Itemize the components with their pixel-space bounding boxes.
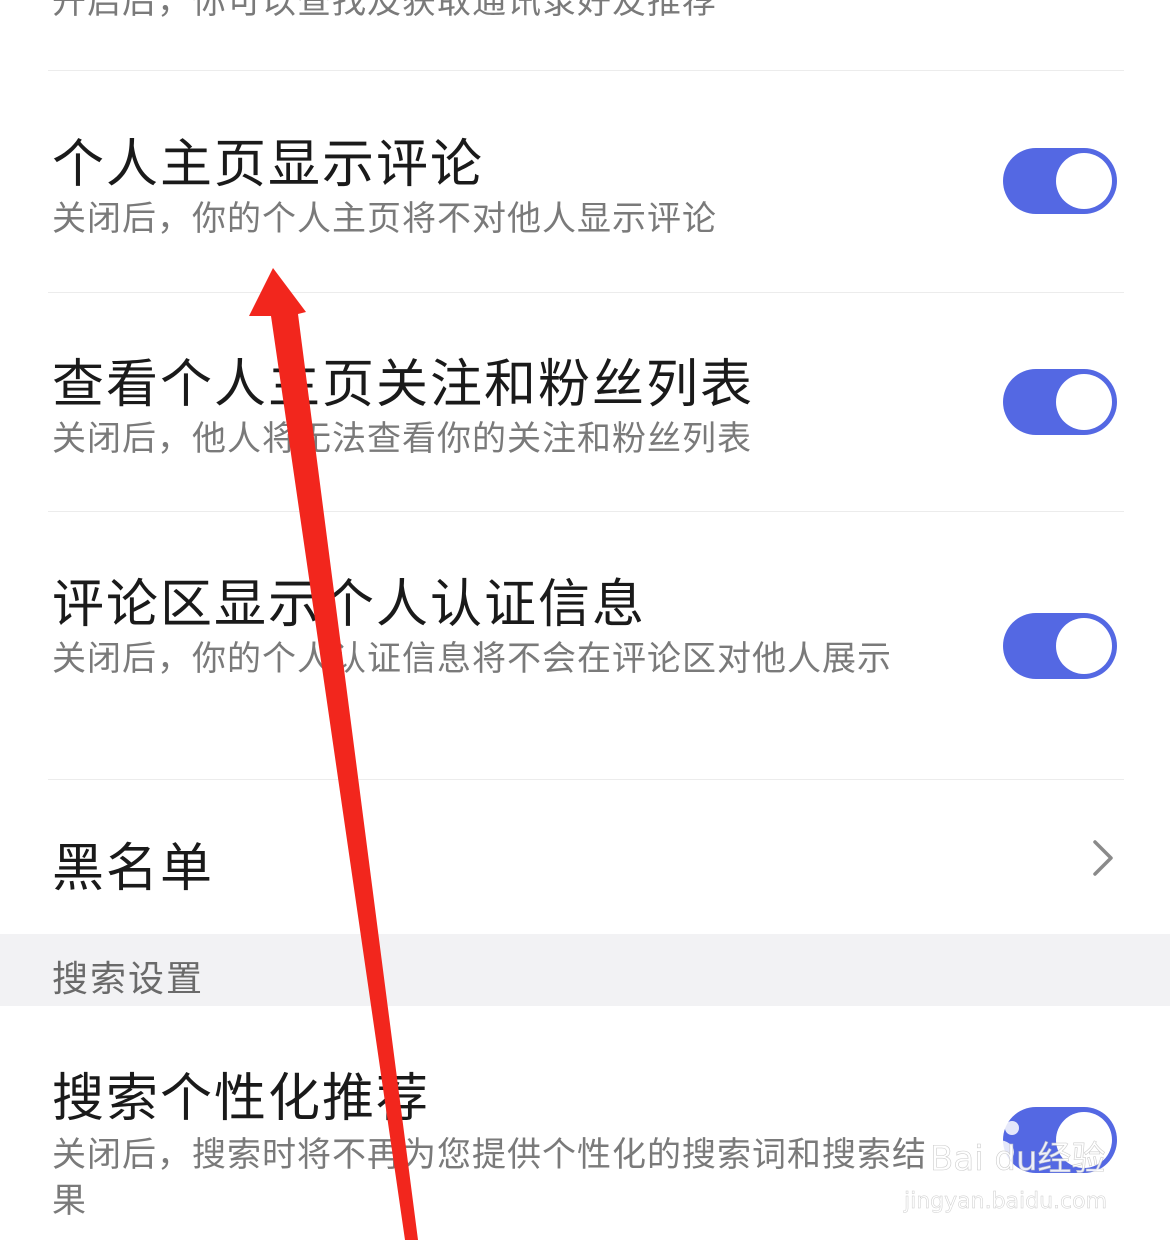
setting-title: 查看个人主页关注和粉丝列表 bbox=[52, 355, 755, 415]
divider bbox=[48, 779, 1124, 780]
setting-title: 评论区显示个人认证信息 bbox=[52, 575, 647, 635]
toggle-knob bbox=[1056, 374, 1112, 430]
setting-description: 关闭后，搜索时将不再为您提供个性化的搜索词和搜索结果 bbox=[52, 1135, 927, 1221]
divider bbox=[48, 292, 1124, 293]
section-header-search: 搜索设置 bbox=[0, 934, 1170, 1006]
chevron-right-icon bbox=[1093, 840, 1113, 876]
setting-description: 关闭后，你的个人认证信息将不会在评论区对他人展示 bbox=[52, 639, 892, 679]
setting-description: 关闭后，你的个人主页将不对他人显示评论 bbox=[52, 199, 717, 239]
setting-title: 搜索个性化推荐 bbox=[52, 1069, 431, 1129]
profile-comments-toggle[interactable] bbox=[1003, 148, 1117, 214]
setting-description: 关闭后，他人将无法查看你的关注和粉丝列表 bbox=[52, 419, 752, 459]
toggle-knob bbox=[1056, 153, 1112, 209]
baidu-jingyan-watermark: Bai du经验 jingyan.baidu.com bbox=[903, 1115, 1107, 1214]
section-title: 搜索设置 bbox=[52, 959, 205, 1000]
watermark-brand: Bai du经验 bbox=[930, 1139, 1106, 1179]
watermark-url: jingyan.baidu.com bbox=[903, 1189, 1107, 1214]
blacklist-label: 黑名单 bbox=[52, 839, 215, 899]
divider bbox=[48, 511, 1124, 512]
previous-item-description: 开启后，你可以查找及获取通讯录好友推荐 bbox=[52, 0, 717, 22]
verification-info-toggle[interactable] bbox=[1003, 613, 1117, 679]
divider bbox=[48, 70, 1124, 71]
follow-list-toggle[interactable] bbox=[1003, 369, 1117, 435]
setting-title: 个人主页显示评论 bbox=[52, 135, 485, 195]
toggle-knob bbox=[1056, 618, 1112, 674]
